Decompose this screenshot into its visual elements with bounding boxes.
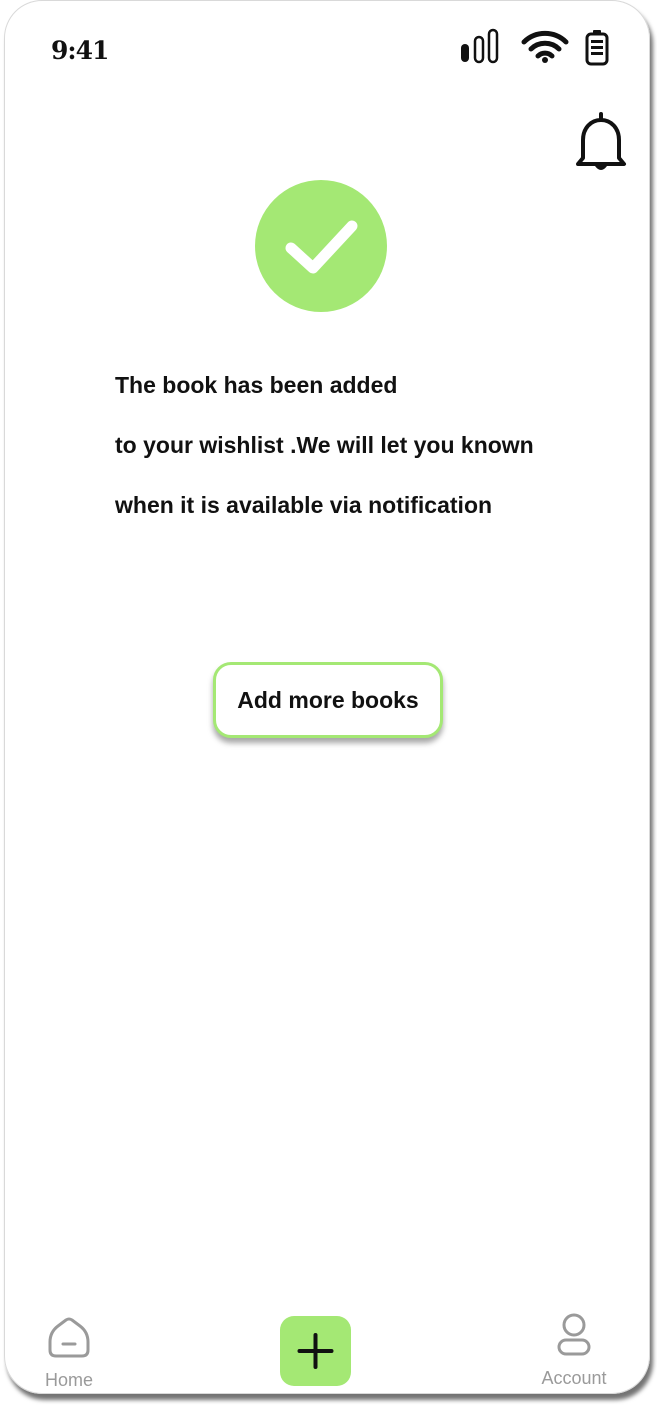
confirmation-message-line-2: to your wishlist .We will let you known xyxy=(115,432,534,458)
checkmark-icon xyxy=(255,180,387,312)
nav-home[interactable]: Home xyxy=(34,1314,104,1394)
signal-icon xyxy=(461,28,499,64)
add-more-books-button[interactable]: Add more books xyxy=(213,662,443,738)
wifi-icon xyxy=(521,30,569,59)
confirmation-message-line-3: when it is available via notification xyxy=(115,492,493,518)
account-icon xyxy=(557,1313,591,1356)
battery-icon xyxy=(585,30,609,66)
nav-home-label: Home xyxy=(44,1370,93,1390)
success-indicator xyxy=(255,180,387,312)
plus-icon xyxy=(280,1316,351,1386)
add-button[interactable] xyxy=(280,1316,351,1386)
nav-account-label: Account xyxy=(541,1368,607,1388)
bell-icon[interactable] xyxy=(574,110,628,174)
confirmation-message-line-1: The book has been added xyxy=(115,372,398,398)
nav-account[interactable]: Account xyxy=(534,1312,614,1392)
status-icons xyxy=(461,28,609,66)
status-time: 9:41 xyxy=(51,36,109,65)
home-icon xyxy=(48,1317,90,1358)
phone-screen: 9:41 The book has been added to your wis… xyxy=(4,0,650,1394)
